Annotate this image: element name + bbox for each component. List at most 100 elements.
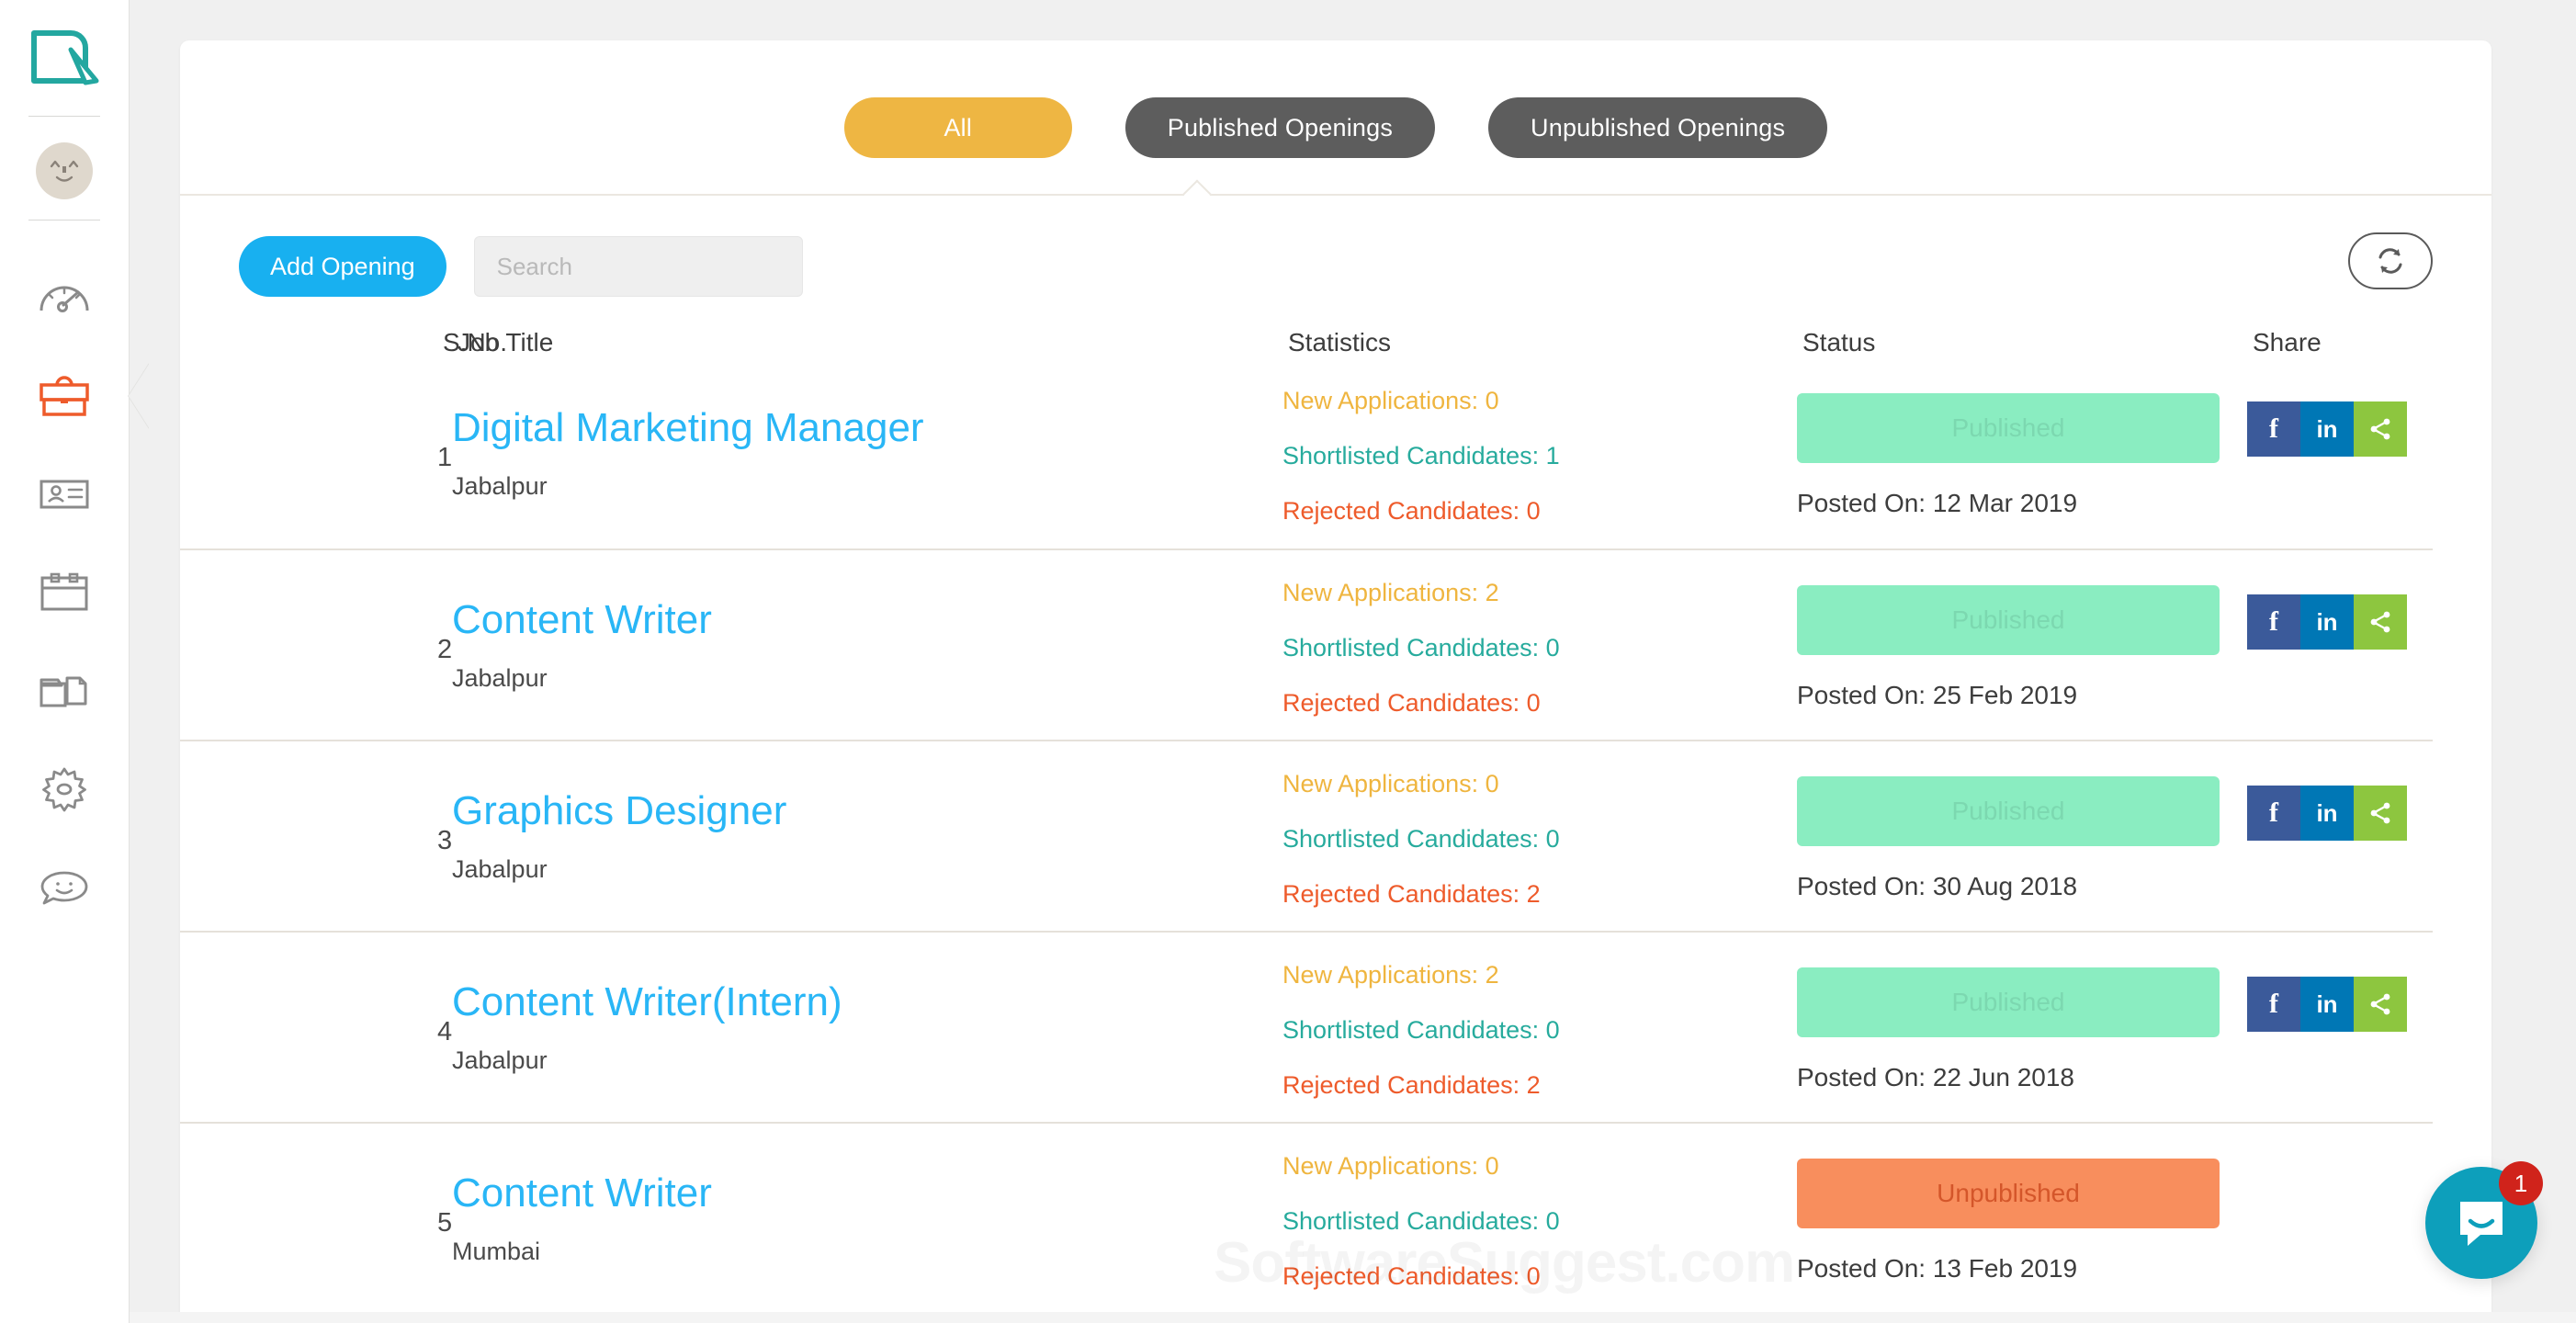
row-job-title-cell: Content Writer Jabalpur [437, 550, 1282, 740]
stat-rejected-candidates: Rejected Candidates: 0 [1282, 497, 1797, 526]
left-sidebar [0, 0, 130, 1323]
job-title-link[interactable]: Content Writer(Intern) [452, 979, 1282, 1026]
id-card-icon [38, 476, 91, 513]
speedometer-icon [38, 279, 91, 316]
gear-icon [40, 765, 88, 813]
column-header-stats: Statistics [1288, 328, 1802, 357]
stat-new-applications: New Applications: 0 [1282, 387, 1797, 415]
tab-all[interactable]: All [844, 97, 1072, 158]
job-location: Jabalpur [452, 855, 1282, 884]
table-body: 1 Digital Marketing Manager Jabalpur New Ap… [180, 357, 2433, 1313]
share-buttons: fin [2247, 594, 2407, 650]
share-linkedin-icon[interactable]: in [2300, 594, 2354, 650]
posted-on-text: Posted On: 22 Jun 2018 [1797, 1063, 2247, 1092]
linkedin-glyph: in [2316, 415, 2337, 444]
row-share-cell: f in [2247, 357, 2491, 548]
sidebar-item-dashboard[interactable] [0, 248, 129, 346]
row-status-cell: PublishedPosted On: 12 Mar 2019 [1797, 357, 2247, 548]
status-badge[interactable]: Unpublished [1797, 1159, 2220, 1228]
share-linkedin-icon[interactable]: in [2300, 401, 2354, 457]
tab-unpublished-openings[interactable]: Unpublished Openings [1488, 97, 1827, 158]
status-badge[interactable]: Published [1797, 776, 2220, 846]
table-row: 5 Content Writer MumbaiNew Applications: 0… [180, 1122, 2433, 1313]
table-row: 4 Content Writer(Intern) Jabalpur New Appli… [180, 931, 2433, 1122]
job-location: Mumbai [452, 1238, 1282, 1266]
column-header-sno: S.No. [180, 328, 443, 357]
share-linkedin-icon[interactable]: in [2300, 977, 2354, 1032]
stat-rejected-candidates: Rejected Candidates: 0 [1282, 1262, 1797, 1291]
share-facebook-icon[interactable]: f [2247, 594, 2300, 650]
stat-rejected-candidates: Rejected Candidates: 0 [1282, 689, 1797, 718]
row-job-title-cell: Digital Marketing Manager Jabalpur [437, 357, 1282, 548]
add-opening-button[interactable]: Add Opening [239, 236, 446, 297]
stat-new-applications: New Applications: 0 [1282, 770, 1797, 798]
row-serial-number: 4 [180, 933, 437, 1122]
job-title-link[interactable]: Graphics Designer [452, 788, 1282, 835]
job-location: Jabalpur [452, 1046, 1282, 1075]
table-header-row: S.No. Job Title Statistics Status Share [180, 328, 2433, 357]
job-title-link[interactable]: Digital Marketing Manager [452, 405, 1282, 452]
linkedin-glyph: in [2316, 608, 2337, 637]
job-title-link[interactable]: Content Writer [452, 597, 1282, 644]
stat-shortlisted-candidates: Shortlisted Candidates: 0 [1282, 634, 1797, 662]
avatar[interactable] [36, 142, 93, 199]
row-serial-number: 2 [180, 550, 437, 740]
share-facebook-icon[interactable]: f [2247, 977, 2300, 1032]
sidebar-divider-top [28, 116, 100, 117]
row-job-title-cell: Graphics Designer Jabalpur [437, 741, 1282, 931]
row-serial-number: 5 [180, 1124, 437, 1313]
share-buttons: fin [2247, 977, 2407, 1032]
search-input[interactable] [474, 236, 803, 297]
sidebar-item-documents[interactable] [0, 641, 129, 740]
sidebar-item-calendar[interactable] [0, 543, 129, 641]
stat-new-applications: New Applications: 2 [1282, 961, 1797, 989]
row-serial-number: 3 [180, 741, 437, 931]
page-pen-logo-icon[interactable] [28, 24, 100, 96]
sidebar-item-job-openings[interactable] [0, 346, 129, 445]
intercom-unread-badge: 1 [2499, 1161, 2543, 1205]
refresh-icon [2375, 245, 2406, 277]
share-more-icon[interactable] [2354, 786, 2407, 841]
sidebar-item-candidates[interactable] [0, 445, 129, 543]
row-serial-number: 1 [180, 357, 437, 548]
content-card: All Published Openings Unpublished Openi… [180, 40, 2491, 1323]
job-location: Jabalpur [452, 472, 1282, 501]
row-status-cell: PublishedPosted On: 25 Feb 2019 [1797, 550, 2247, 740]
share-facebook-icon[interactable]: f [2247, 786, 2300, 841]
status-badge[interactable]: Published [1797, 393, 2220, 463]
row-statistics-cell: New Applications: 0Shortlisted Candidate… [1282, 1124, 1797, 1313]
job-title-link[interactable]: Content Writer [452, 1170, 1282, 1217]
chat-smiley-icon [39, 867, 90, 908]
linkedin-glyph: in [2316, 990, 2337, 1019]
stat-new-applications: New Applications: 2 [1282, 579, 1797, 607]
refresh-button[interactable] [2348, 232, 2433, 289]
stat-rejected-candidates: Rejected Candidates: 2 [1282, 880, 1797, 909]
share-linkedin-icon[interactable]: in [2300, 786, 2354, 841]
job-location: Jabalpur [452, 664, 1282, 693]
status-badge[interactable]: Published [1797, 967, 2220, 1037]
row-job-title-cell: Content Writer Mumbai [437, 1124, 1282, 1313]
filter-tabs: All Published Openings Unpublished Openi… [180, 40, 2491, 158]
sidebar-item-support-chat[interactable] [0, 838, 129, 936]
posted-on-text: Posted On: 13 Feb 2019 [1797, 1254, 2247, 1283]
row-share-cell: fin [2247, 933, 2491, 1122]
intercom-launcher[interactable]: 1 [2425, 1167, 2537, 1279]
tab-published-openings[interactable]: Published Openings [1125, 97, 1435, 158]
stat-shortlisted-candidates: Shortlisted Candidates: 0 [1282, 825, 1797, 854]
sidebar-item-settings[interactable] [0, 740, 129, 838]
share-buttons: f in [2247, 786, 2407, 841]
share-more-icon[interactable] [2354, 594, 2407, 650]
linkedin-glyph: in [2316, 799, 2337, 828]
stat-shortlisted-candidates: Shortlisted Candidates: 1 [1282, 442, 1797, 470]
share-more-icon[interactable] [2354, 977, 2407, 1032]
bottom-scroll-strip [130, 1312, 2576, 1323]
facebook-glyph: f [2269, 797, 2278, 829]
status-badge[interactable]: Published [1797, 585, 2220, 655]
facebook-glyph: f [2269, 413, 2278, 445]
row-share-cell: f in [2247, 741, 2491, 931]
share-facebook-icon[interactable]: f [2247, 401, 2300, 457]
column-header-status: Status [1802, 328, 2253, 357]
share-more-icon[interactable] [2354, 401, 2407, 457]
table-row: 1 Digital Marketing Manager Jabalpur New Ap… [180, 357, 2433, 548]
briefcase-icon [39, 374, 90, 418]
